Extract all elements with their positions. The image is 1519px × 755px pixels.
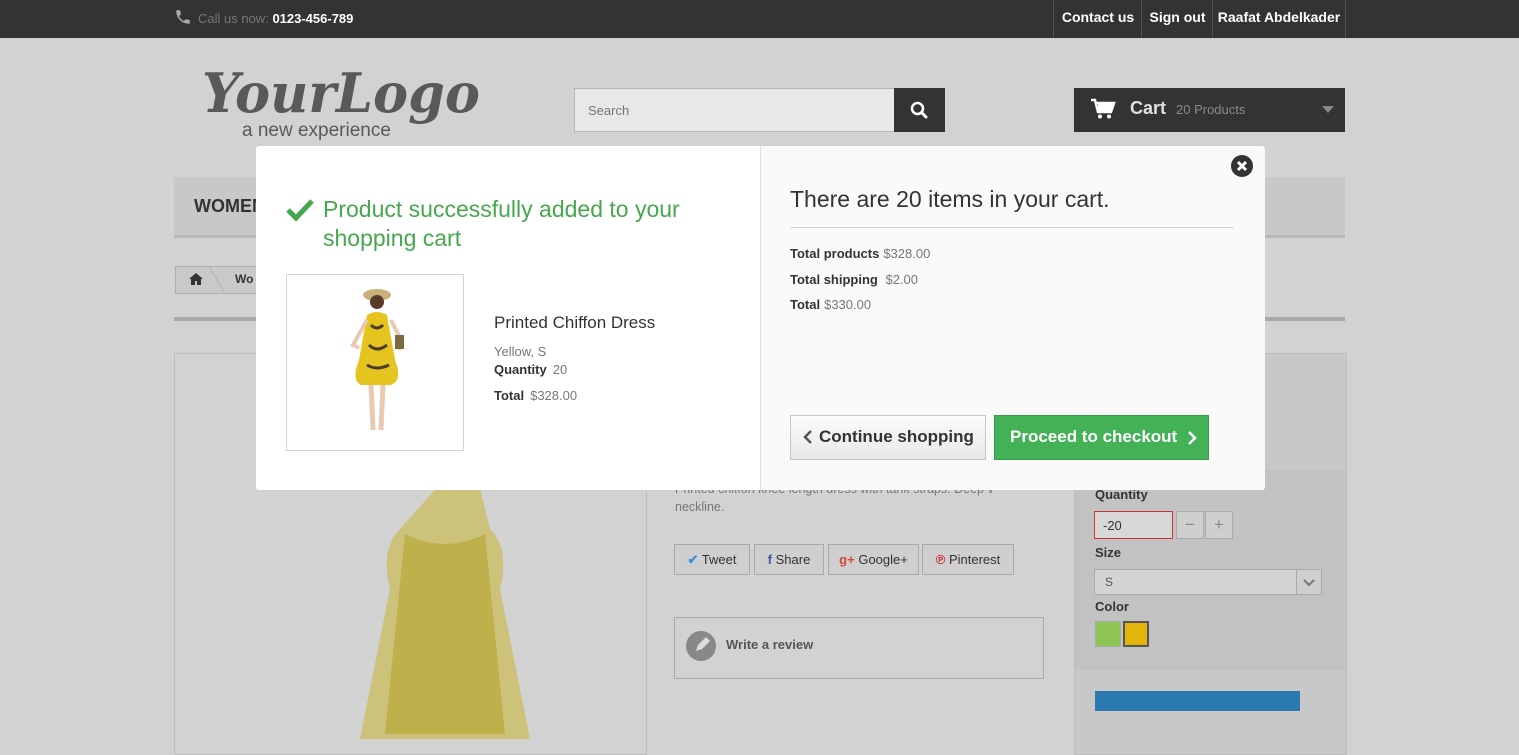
search-field[interactable] [574, 88, 895, 132]
size-label: Size [1095, 545, 1122, 560]
chevron-right-icon [1188, 431, 1197, 445]
sign-out-link[interactable]: Sign out [1141, 0, 1213, 38]
breadcrumb: Wo [175, 266, 267, 294]
twitter-icon: ✔ [687, 552, 699, 567]
total-shipping: Total shipping $2.00 [790, 272, 919, 287]
total-products: Total products $328.00 [790, 246, 931, 261]
cart-icon [1091, 98, 1116, 119]
add-to-cart-button[interactable] [1095, 691, 1300, 711]
product-thumbnail [286, 274, 464, 451]
search-icon [910, 101, 928, 119]
pinterest-icon: ℗ [935, 552, 946, 567]
color-label: Color [1095, 599, 1129, 614]
cart-button[interactable]: Cart 20 Products [1074, 88, 1345, 132]
cart-modal: Product successfully added to your shopp… [256, 146, 1265, 490]
phone-number: 0123-456-789 [272, 11, 354, 26]
close-icon[interactable] [1230, 154, 1254, 178]
size-select[interactable]: S [1094, 569, 1322, 595]
write-review-link[interactable]: Write a review [674, 617, 1044, 679]
product-quantity: Quantity 20 [494, 362, 568, 377]
pencil-icon [686, 631, 716, 661]
phone-icon [176, 10, 190, 24]
cart-count: 20 Products [1176, 102, 1246, 117]
proceed-to-checkout-button[interactable]: Proceed to checkout [994, 415, 1209, 460]
check-icon [286, 199, 314, 222]
grand-total: Total $330.00 [790, 297, 872, 312]
continue-shopping-button[interactable]: Continue shopping [790, 415, 986, 460]
logo-image: YourLogo a new experience [202, 61, 480, 141]
share-button[interactable]: f Share [754, 544, 824, 575]
breadcrumb-item[interactable]: Wo [235, 272, 253, 286]
chevron-down-icon [1296, 570, 1321, 594]
top-bar: Call us now: 0123-456-789 Contact us Sig… [0, 0, 1519, 38]
product-name: Printed Chiffon Dress [494, 313, 656, 332]
facebook-icon: f [767, 552, 772, 567]
call-us-text: Call us now: 0123-456-789 [198, 11, 354, 26]
google-plus-icon: g+ [839, 552, 855, 567]
color-swatch-green[interactable] [1095, 621, 1121, 647]
breadcrumb-separator [208, 266, 225, 292]
search-button[interactable] [894, 88, 945, 132]
divider [790, 227, 1234, 228]
cart-summary-title: There are 20 items in your cart. [790, 186, 1110, 212]
contact-us-link[interactable]: Contact us [1053, 0, 1142, 38]
product-photo [350, 289, 404, 431]
chevron-left-icon [803, 430, 812, 444]
menu-item-women[interactable]: WOMEN [194, 196, 265, 217]
home-icon[interactable] [188, 272, 204, 286]
success-message: Product successfully added to your shopp… [323, 196, 680, 251]
tweet-button[interactable]: ✔ Tweet [674, 544, 750, 575]
logo[interactable]: YourLogo a new experience [200, 60, 490, 141]
quantity-input[interactable]: -20 [1094, 511, 1173, 539]
product-attributes: Yellow, S [494, 344, 547, 359]
google-plus-button[interactable]: g+ Google+ [828, 544, 919, 575]
color-swatch-yellow[interactable] [1123, 621, 1149, 647]
product-image [360, 480, 530, 739]
account-link[interactable]: Raafat Abdelkader [1212, 0, 1346, 38]
search-input[interactable] [575, 89, 894, 131]
svg-text:YourLogo: YourLogo [202, 61, 480, 125]
pinterest-button[interactable]: ℗ Pinterest [922, 544, 1014, 575]
size-value: S [1105, 575, 1114, 589]
quantity-minus-button[interactable]: − [1176, 511, 1204, 539]
svg-text:a new experience: a new experience [242, 120, 391, 140]
chevron-down-icon [1322, 106, 1334, 113]
product-total: Total $328.00 [494, 388, 578, 403]
cart-label: Cart [1130, 98, 1167, 118]
quantity-plus-button[interactable]: + [1205, 511, 1233, 539]
